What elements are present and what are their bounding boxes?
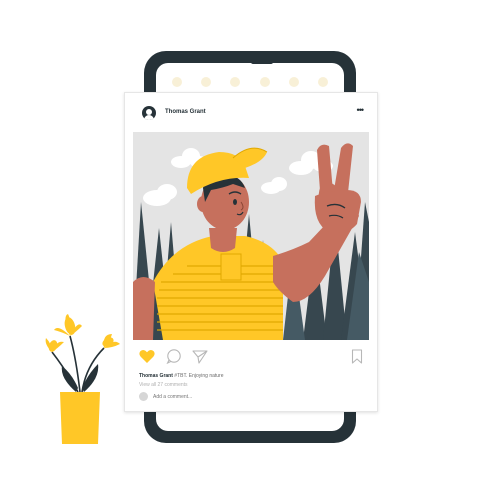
- illustration: Thomas Grant ••• Thomas Grant #TBT. Enjo…: [0, 0, 500, 500]
- post-caption: Thomas Grant #TBT. Enjoying nature: [139, 373, 224, 379]
- story-avatar: [172, 77, 182, 87]
- story-avatar: [201, 77, 212, 87]
- more-horizontal-icon[interactable]: •••: [357, 106, 365, 115]
- caption-text: #TBT. Enjoying nature: [174, 373, 224, 379]
- user-avatar-icon[interactable]: [142, 106, 156, 120]
- post-username[interactable]: Thomas Grant: [165, 109, 206, 115]
- heart-icon[interactable]: [139, 349, 155, 364]
- post-actions: [139, 349, 363, 365]
- phone-speaker: [251, 63, 273, 64]
- flower-vase: [40, 308, 130, 448]
- photo-illustration: [133, 132, 369, 340]
- story-avatar: [230, 77, 241, 87]
- post-header: Thomas Grant •••: [125, 93, 377, 131]
- post-card: Thomas Grant ••• Thomas Grant #TBT. Enjo…: [124, 92, 378, 412]
- story-avatar: [317, 77, 328, 87]
- story-avatar: [259, 77, 270, 87]
- add-comment-input[interactable]: [153, 394, 273, 400]
- stories-row: [172, 77, 328, 87]
- caption-username[interactable]: Thomas Grant: [139, 373, 173, 379]
- avatar: [139, 392, 148, 401]
- view-comments-link[interactable]: View all 27 comments: [139, 382, 188, 388]
- bookmark-icon[interactable]: [351, 349, 363, 364]
- story-avatar: [288, 77, 299, 87]
- send-icon[interactable]: [192, 349, 208, 364]
- comment-bubble-icon[interactable]: [166, 349, 182, 364]
- flower-icon: [45, 314, 120, 444]
- post-photo[interactable]: [133, 132, 369, 340]
